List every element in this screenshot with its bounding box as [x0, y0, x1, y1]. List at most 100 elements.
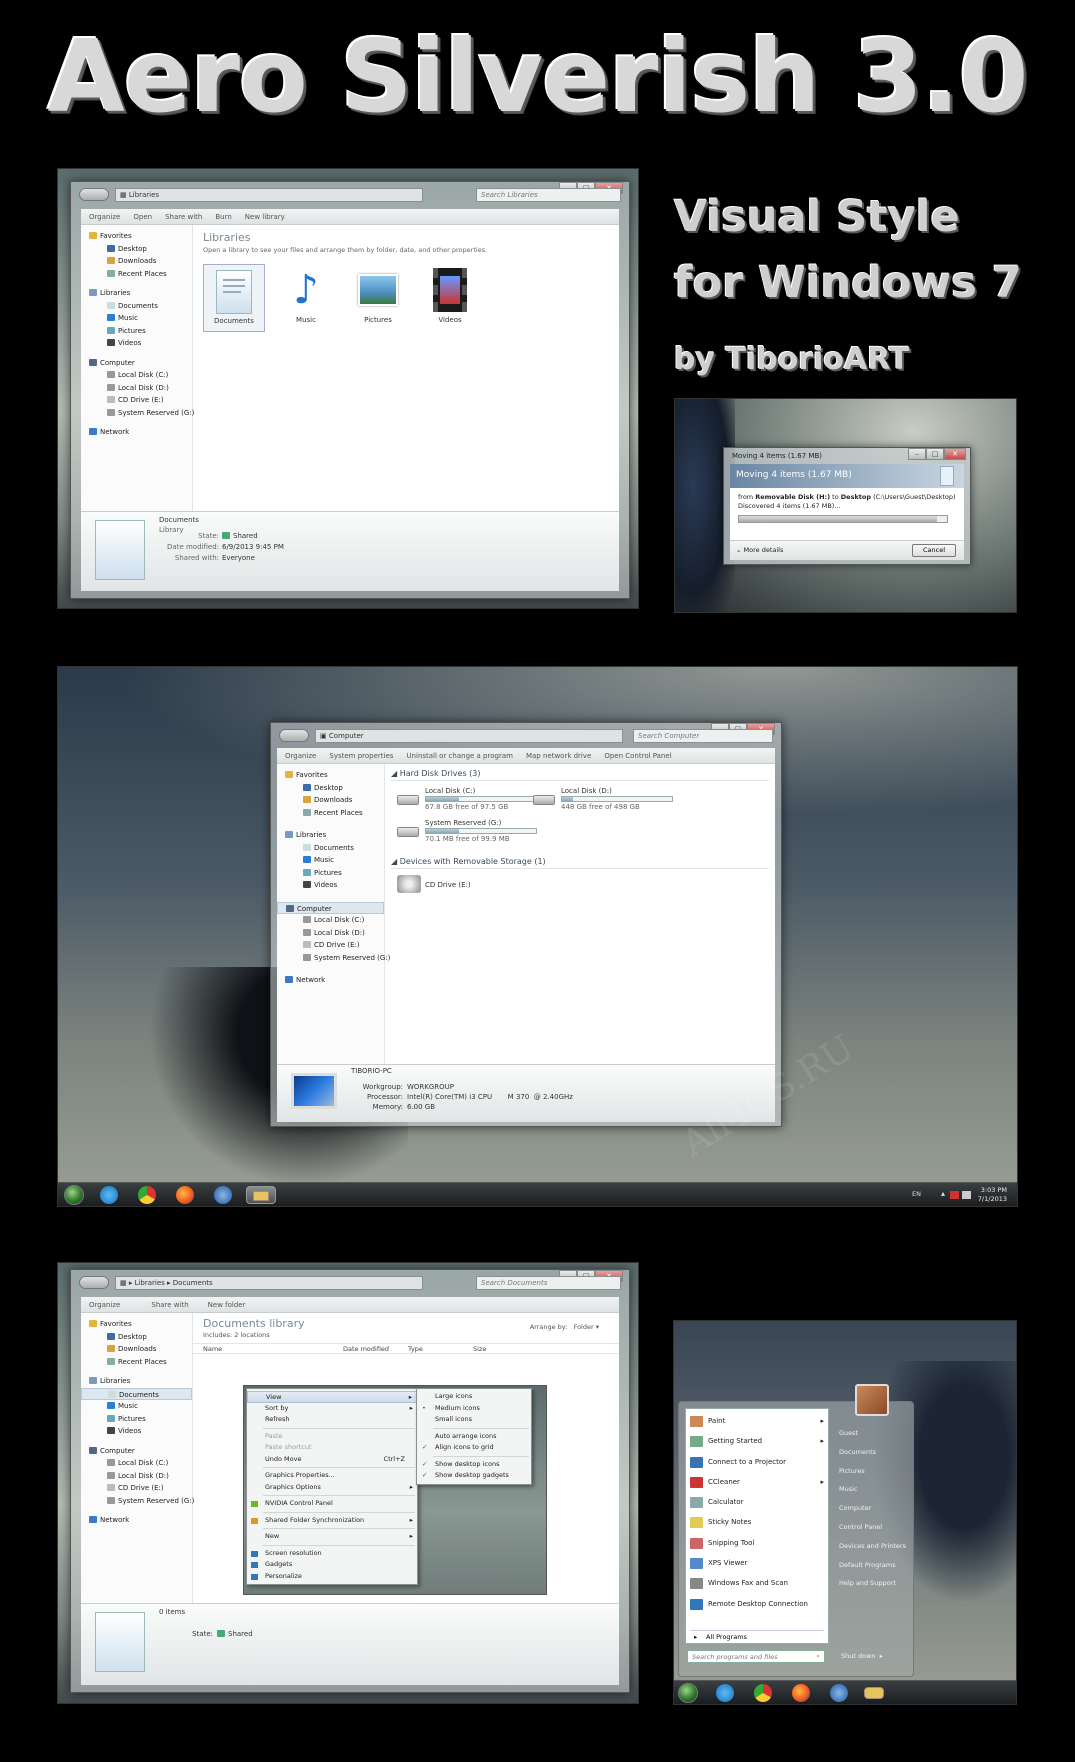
shutdown-button[interactable]: Shut down ▸	[841, 1652, 883, 1660]
nav-documents[interactable]: Documents	[81, 1387, 192, 1400]
view-menu-item[interactable]: Small icons	[417, 1414, 531, 1426]
start-program-item[interactable]: Snipping Tool	[686, 1533, 828, 1553]
start-orb[interactable]	[678, 1683, 698, 1703]
removable-group-header[interactable]: ◢ Devices with Removable Storage (1)	[391, 857, 769, 869]
nav-favorites[interactable]: Favorites	[81, 1318, 192, 1331]
share-with-button[interactable]: Share with	[151, 1301, 188, 1309]
user-picture[interactable]	[855, 1384, 889, 1416]
cancel-button[interactable]: Cancel	[912, 544, 956, 557]
nav-network[interactable]: Network	[277, 974, 384, 987]
share-with-button[interactable]: Share with	[165, 213, 202, 221]
view-menu-item[interactable]: Large icons	[417, 1391, 531, 1403]
library-item-pictures[interactable]: Pictures	[347, 264, 409, 332]
thunderbird-icon[interactable]	[214, 1186, 232, 1204]
back-forward-buttons[interactable]	[279, 729, 309, 742]
start-program-item[interactable]: Remote Desktop Connection	[686, 1594, 828, 1614]
context-menu-item[interactable]: Refresh	[247, 1414, 417, 1426]
context-menu-item[interactable]: Gadgets	[247, 1559, 417, 1571]
uninstall-program-button[interactable]: Uninstall or change a program	[406, 752, 513, 760]
view-menu-item[interactable]: ✓ Show desktop gadgets	[417, 1470, 531, 1482]
nav-videos[interactable]: Videos	[277, 879, 384, 892]
nav-recent-places[interactable]: Recent Places	[81, 268, 192, 281]
nav-local-disk-c[interactable]: Local Disk (C:)	[81, 1457, 192, 1470]
nav-desktop[interactable]: Desktop	[81, 243, 192, 256]
nav-system-reserved[interactable]: System Reserved (G:)	[81, 1495, 194, 1508]
start-orb[interactable]	[64, 1185, 84, 1205]
network-tray-icon[interactable]	[962, 1191, 971, 1199]
hdd-group-header[interactable]: ◢ Hard Disk Drives (3)	[391, 769, 769, 781]
context-menu-item[interactable]: View ▸	[247, 1391, 417, 1403]
open-button[interactable]: Open	[133, 213, 152, 221]
start-link-guest[interactable]: Guest	[835, 1424, 913, 1443]
view-menu-item[interactable]: Auto arrange icons	[417, 1431, 531, 1443]
nav-documents[interactable]: Documents	[81, 300, 192, 313]
nav-documents[interactable]: Documents	[277, 842, 384, 855]
start-link-music[interactable]: Music	[835, 1480, 913, 1499]
start-program-item[interactable]: Getting Started ▸	[686, 1431, 828, 1451]
minimize-button[interactable]: –	[908, 448, 926, 460]
organize-button[interactable]: Organize	[89, 213, 120, 221]
nav-favorites[interactable]: Favorites	[277, 769, 384, 782]
context-menu-item[interactable]: Personalize	[247, 1571, 417, 1583]
open-control-panel-button[interactable]: Open Control Panel	[604, 752, 671, 760]
context-menu-item[interactable]: Paste shortcut	[247, 1442, 417, 1454]
address-bar[interactable]: ▦ Libraries	[115, 188, 423, 202]
start-program-item[interactable]: CCleaner ▸	[686, 1472, 828, 1492]
arrange-by[interactable]: Arrange by: Folder ▾	[530, 1323, 599, 1331]
firefox-icon[interactable]	[792, 1684, 810, 1702]
back-forward-buttons[interactable]	[79, 188, 109, 201]
nav-downloads[interactable]: Downloads	[277, 794, 384, 807]
language-indicator[interactable]: EN	[912, 1190, 921, 1198]
context-menu-item[interactable]: Paste	[247, 1431, 417, 1443]
context-menu-item[interactable]: NVIDIA Control Panel	[247, 1498, 417, 1510]
context-menu-item[interactable]: New ▸	[247, 1531, 417, 1543]
tray-expand-icon[interactable]: ▴	[941, 1189, 945, 1198]
nav-pictures[interactable]: Pictures	[81, 1413, 192, 1426]
nav-recent-places[interactable]: Recent Places	[277, 807, 384, 820]
nav-videos[interactable]: Videos	[81, 337, 192, 350]
start-link-documents[interactable]: Documents	[835, 1443, 913, 1462]
nav-computer[interactable]: Computer	[277, 901, 384, 914]
view-menu-item[interactable]: ✓ Align icons to grid	[417, 1442, 531, 1454]
start-program-item[interactable]: Calculator	[686, 1492, 828, 1512]
nav-music[interactable]: Music	[81, 1400, 192, 1413]
library-item-documents[interactable]: Documents	[203, 264, 265, 332]
folder-icon[interactable]	[864, 1687, 884, 1699]
explorer-taskbar-button[interactable]	[246, 1186, 276, 1204]
context-menu-item[interactable]: Graphics Properties...	[247, 1470, 417, 1482]
nav-pictures[interactable]: Pictures	[277, 867, 384, 880]
thunderbird-icon[interactable]	[830, 1684, 848, 1702]
close-button[interactable]: ✕	[944, 448, 966, 460]
nav-libraries[interactable]: Libraries	[81, 287, 192, 300]
burn-button[interactable]: Burn	[215, 213, 231, 221]
start-search-input[interactable]: Search programs and files ⌕	[687, 1650, 825, 1663]
cd-drive-item[interactable]: CD Drive (E:)	[391, 869, 769, 899]
new-folder-button[interactable]: New folder	[208, 1301, 246, 1309]
system-properties-button[interactable]: System properties	[329, 752, 393, 760]
context-menu-item[interactable]: Graphics Options ▸	[247, 1482, 417, 1494]
organize-button[interactable]: Organize	[89, 1301, 120, 1309]
more-details-toggle[interactable]: ⌄ More details	[736, 546, 783, 554]
breadcrumb[interactable]: ▦ ▸ Libraries ▸ Documents	[115, 1276, 423, 1290]
start-program-item[interactable]: Windows Fax and Scan	[686, 1573, 828, 1593]
chrome-icon[interactable]	[754, 1684, 772, 1702]
context-menu-item[interactable]: Shared Folder Synchronization ▸	[247, 1515, 417, 1527]
search-input[interactable]: Search Libraries	[476, 188, 621, 202]
search-input[interactable]: Search Computer	[633, 729, 773, 743]
breadcrumb-libraries[interactable]: Libraries	[135, 1279, 165, 1287]
nav-network[interactable]: Network	[81, 426, 192, 439]
start-program-item[interactable]: Sticky Notes	[686, 1512, 828, 1532]
map-network-drive-button[interactable]: Map network drive	[526, 752, 591, 760]
internet-explorer-icon[interactable]	[100, 1186, 118, 1204]
nav-recent-places[interactable]: Recent Places	[81, 1356, 192, 1369]
nav-favorites[interactable]: Favorites	[81, 230, 192, 243]
organize-button[interactable]: Organize	[285, 752, 316, 760]
nav-cd-drive[interactable]: CD Drive (E:)	[81, 394, 192, 407]
chrome-icon[interactable]	[138, 1186, 156, 1204]
nav-cd-drive[interactable]: CD Drive (E:)	[277, 939, 384, 952]
start-program-item[interactable]: XPS Viewer	[686, 1553, 828, 1573]
address-bar[interactable]: ▣ Computer	[315, 729, 623, 743]
nav-libraries[interactable]: Libraries	[277, 829, 384, 842]
nav-desktop[interactable]: Desktop	[277, 782, 384, 795]
context-menu-item[interactable]: Sort by ▸	[247, 1403, 417, 1415]
